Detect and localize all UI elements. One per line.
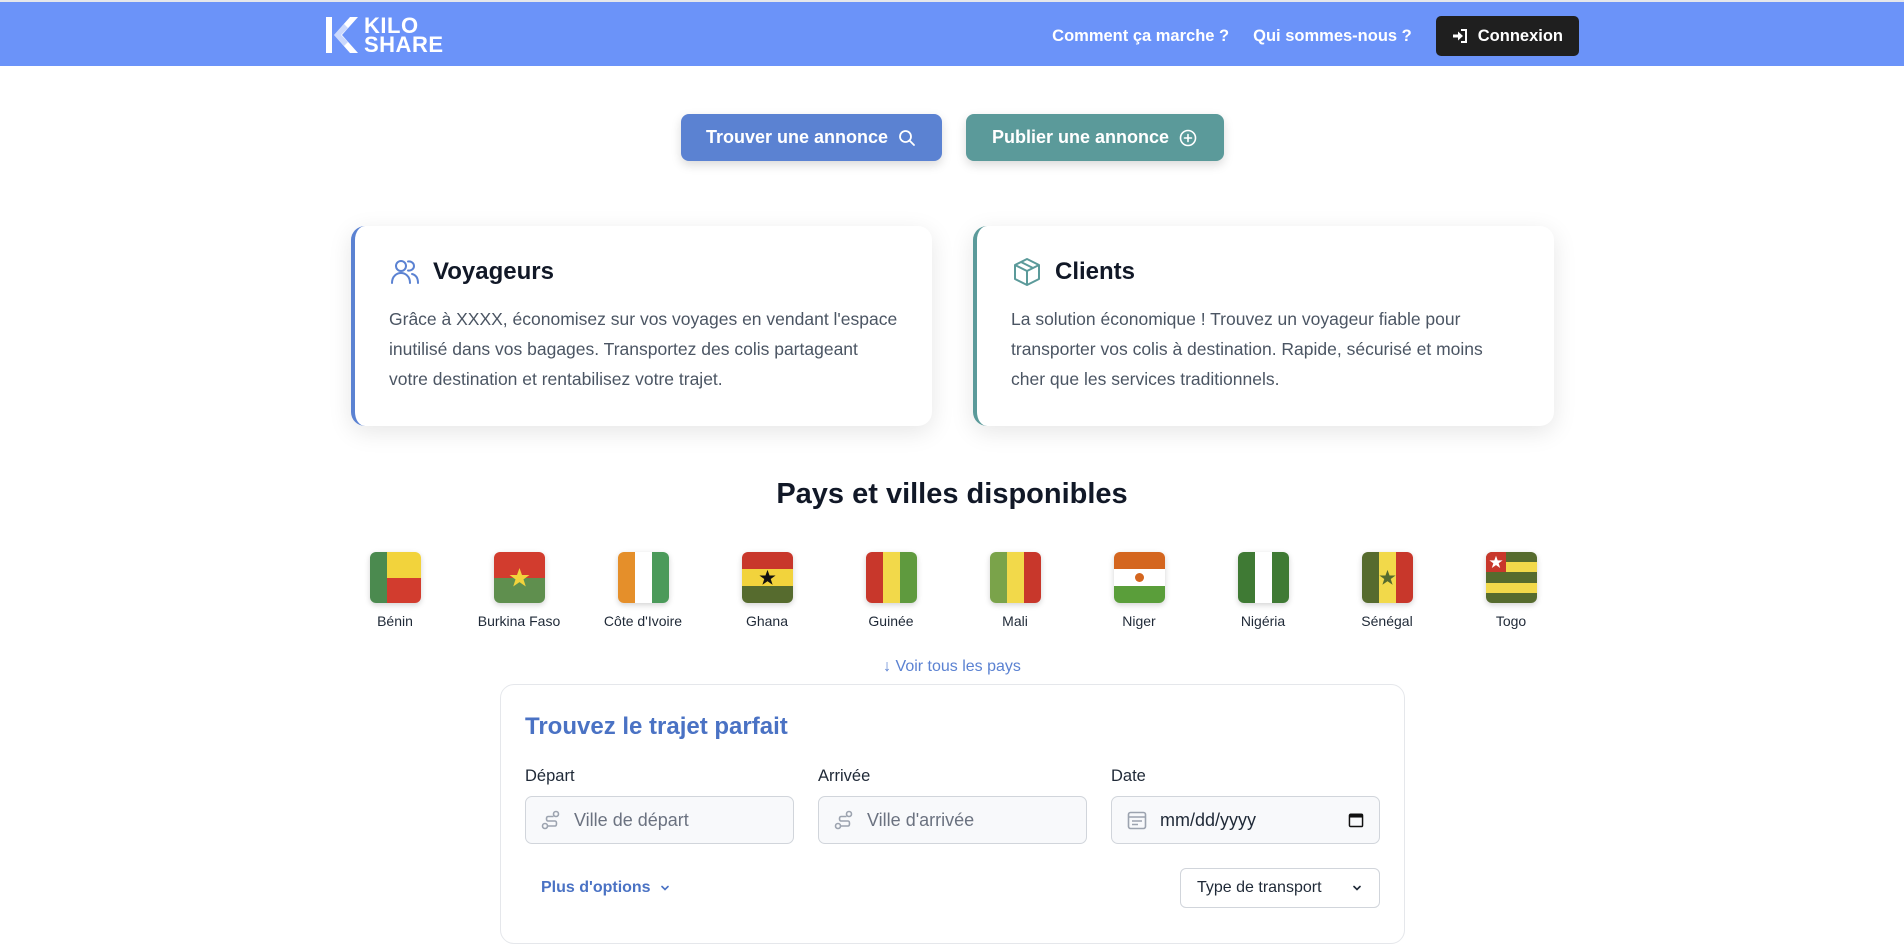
find-listing-button[interactable]: Trouver une annonce [680, 114, 942, 161]
travelers-text: Grâce à XXXX, économisez sur vos voyages… [389, 309, 898, 389]
transport-type-value: Type de transport [1197, 879, 1322, 896]
mali-flag-icon [989, 552, 1041, 603]
trip-search-panel: Trouvez le trajet parfait Départ Arrivée [500, 684, 1405, 944]
cote-divoire-flag-icon [617, 552, 669, 603]
country-name: Bénin [377, 613, 413, 629]
logo-k-icon [326, 17, 358, 53]
date-value: mm/dd/yyyy [1160, 809, 1257, 830]
country-name: Sénégal [1361, 613, 1413, 629]
arrival-label: Arrivée [818, 767, 871, 785]
see-all-countries-link[interactable]: ↓ Voir tous les pays [0, 658, 1904, 676]
chevron-down-icon [660, 885, 669, 891]
arrival-input-wrapper[interactable] [818, 796, 1087, 844]
publish-listing-button[interactable]: Publier une annonce [965, 114, 1224, 161]
country-burkina-faso[interactable]: Burkina Faso [457, 552, 581, 629]
chevron-down-icon [1353, 885, 1361, 891]
nigeria-flag-icon [1237, 552, 1289, 603]
country-niger[interactable]: Niger [1077, 552, 1201, 629]
country-name: Togo [1495, 613, 1527, 629]
departure-label: Départ [525, 767, 575, 785]
country-nigeria[interactable]: Nigéria [1201, 552, 1325, 629]
departure-field: Départ [525, 767, 794, 844]
search-title: Trouvez le trajet parfait [525, 713, 788, 740]
departure-input[interactable] [574, 809, 779, 831]
login-button[interactable]: Connexion [1435, 16, 1579, 56]
login-label: Connexion [1477, 26, 1563, 45]
logo-text: KILO SHARE [364, 15, 444, 57]
logo[interactable]: KILO SHARE [324, 15, 444, 57]
country-name: Niger [1122, 613, 1156, 629]
travelers-card: Voyageurs Grâce à XXXX, économisez sur v… [351, 226, 932, 426]
users-icon [391, 260, 419, 284]
clients-title: Clients [1055, 258, 1136, 285]
country-ghana[interactable]: Ghana [705, 552, 829, 629]
calendar-list-icon [1127, 811, 1147, 830]
calendar-picker-icon[interactable] [1347, 811, 1365, 829]
clients-card-header: Clients [1011, 256, 1520, 288]
date-input[interactable]: mm/dd/yyyy [1111, 796, 1380, 844]
route-icon [834, 810, 853, 830]
more-options-row: Plus d'options Type de transport [525, 868, 1380, 908]
travelers-card-header: Voyageurs [389, 256, 898, 288]
sign-in-icon [1452, 29, 1467, 43]
package-icon [1014, 258, 1040, 286]
ghana-flag-icon [741, 552, 793, 603]
nav-link-about[interactable]: Qui sommes-nous ? [1253, 16, 1412, 56]
country-name: Guinée [868, 613, 914, 629]
date-label: Date [1111, 767, 1146, 785]
hero-actions: Trouver une annonce Publier une annonce [0, 114, 1904, 161]
countries-title: Pays et villes disponibles [776, 478, 1128, 510]
departure-input-wrapper[interactable] [525, 796, 794, 844]
find-listing-label: Trouver une annonce [705, 127, 889, 147]
travelers-title: Voyageurs [433, 258, 554, 285]
country-guinea[interactable]: Guinée [829, 552, 953, 629]
top-nav: Comment ça marche ? Qui sommes-nous ? Co… [1052, 16, 1579, 56]
country-name: Nigéria [1240, 613, 1286, 629]
burkina-faso-flag-icon [493, 552, 545, 603]
arrival-input[interactable] [867, 809, 1072, 831]
country-name: Mali [1002, 613, 1028, 629]
senegal-flag-icon [1361, 552, 1413, 603]
clients-text: La solution économique ! Trouvez un voya… [1011, 309, 1483, 389]
more-options-label: Plus d'options [541, 879, 651, 896]
country-mali[interactable]: Mali [953, 552, 1077, 629]
country-name: Burkina Faso [477, 613, 561, 629]
plus-circle-icon [1179, 129, 1197, 146]
country-benin[interactable]: Bénin [333, 552, 457, 629]
country-name: Ghana [745, 613, 789, 629]
logo-line2: SHARE [364, 32, 444, 57]
transport-type-select[interactable]: Type de transport [1180, 868, 1380, 908]
country-name: Côte d'Ivoire [603, 613, 683, 629]
guinea-flag-icon [865, 552, 917, 603]
clients-card: Clients La solution économique ! Trouvez… [973, 226, 1554, 426]
search-icon [899, 129, 915, 146]
country-senegal[interactable]: Sénégal [1325, 552, 1449, 629]
top-navbar: KILO SHARE Comment ça marche ? Qui somme… [0, 0, 1904, 66]
route-icon [541, 810, 560, 830]
arrival-field: Arrivée [818, 767, 1087, 844]
country-togo[interactable]: Togo [1449, 552, 1573, 629]
niger-flag-icon [1113, 552, 1165, 603]
country-cote-divoire[interactable]: Côte d'Ivoire [581, 552, 705, 629]
togo-flag-icon [1485, 552, 1537, 603]
benin-flag-icon [369, 552, 421, 603]
search-fields: Départ Arrivée Date [525, 767, 1380, 844]
nav-link-how-it-works[interactable]: Comment ça marche ? [1052, 16, 1229, 56]
more-options-toggle[interactable]: Plus d'options [525, 879, 671, 897]
date-field: Date mm/dd/yyyy [1111, 767, 1380, 844]
publish-listing-label: Publier une annonce [991, 127, 1170, 147]
